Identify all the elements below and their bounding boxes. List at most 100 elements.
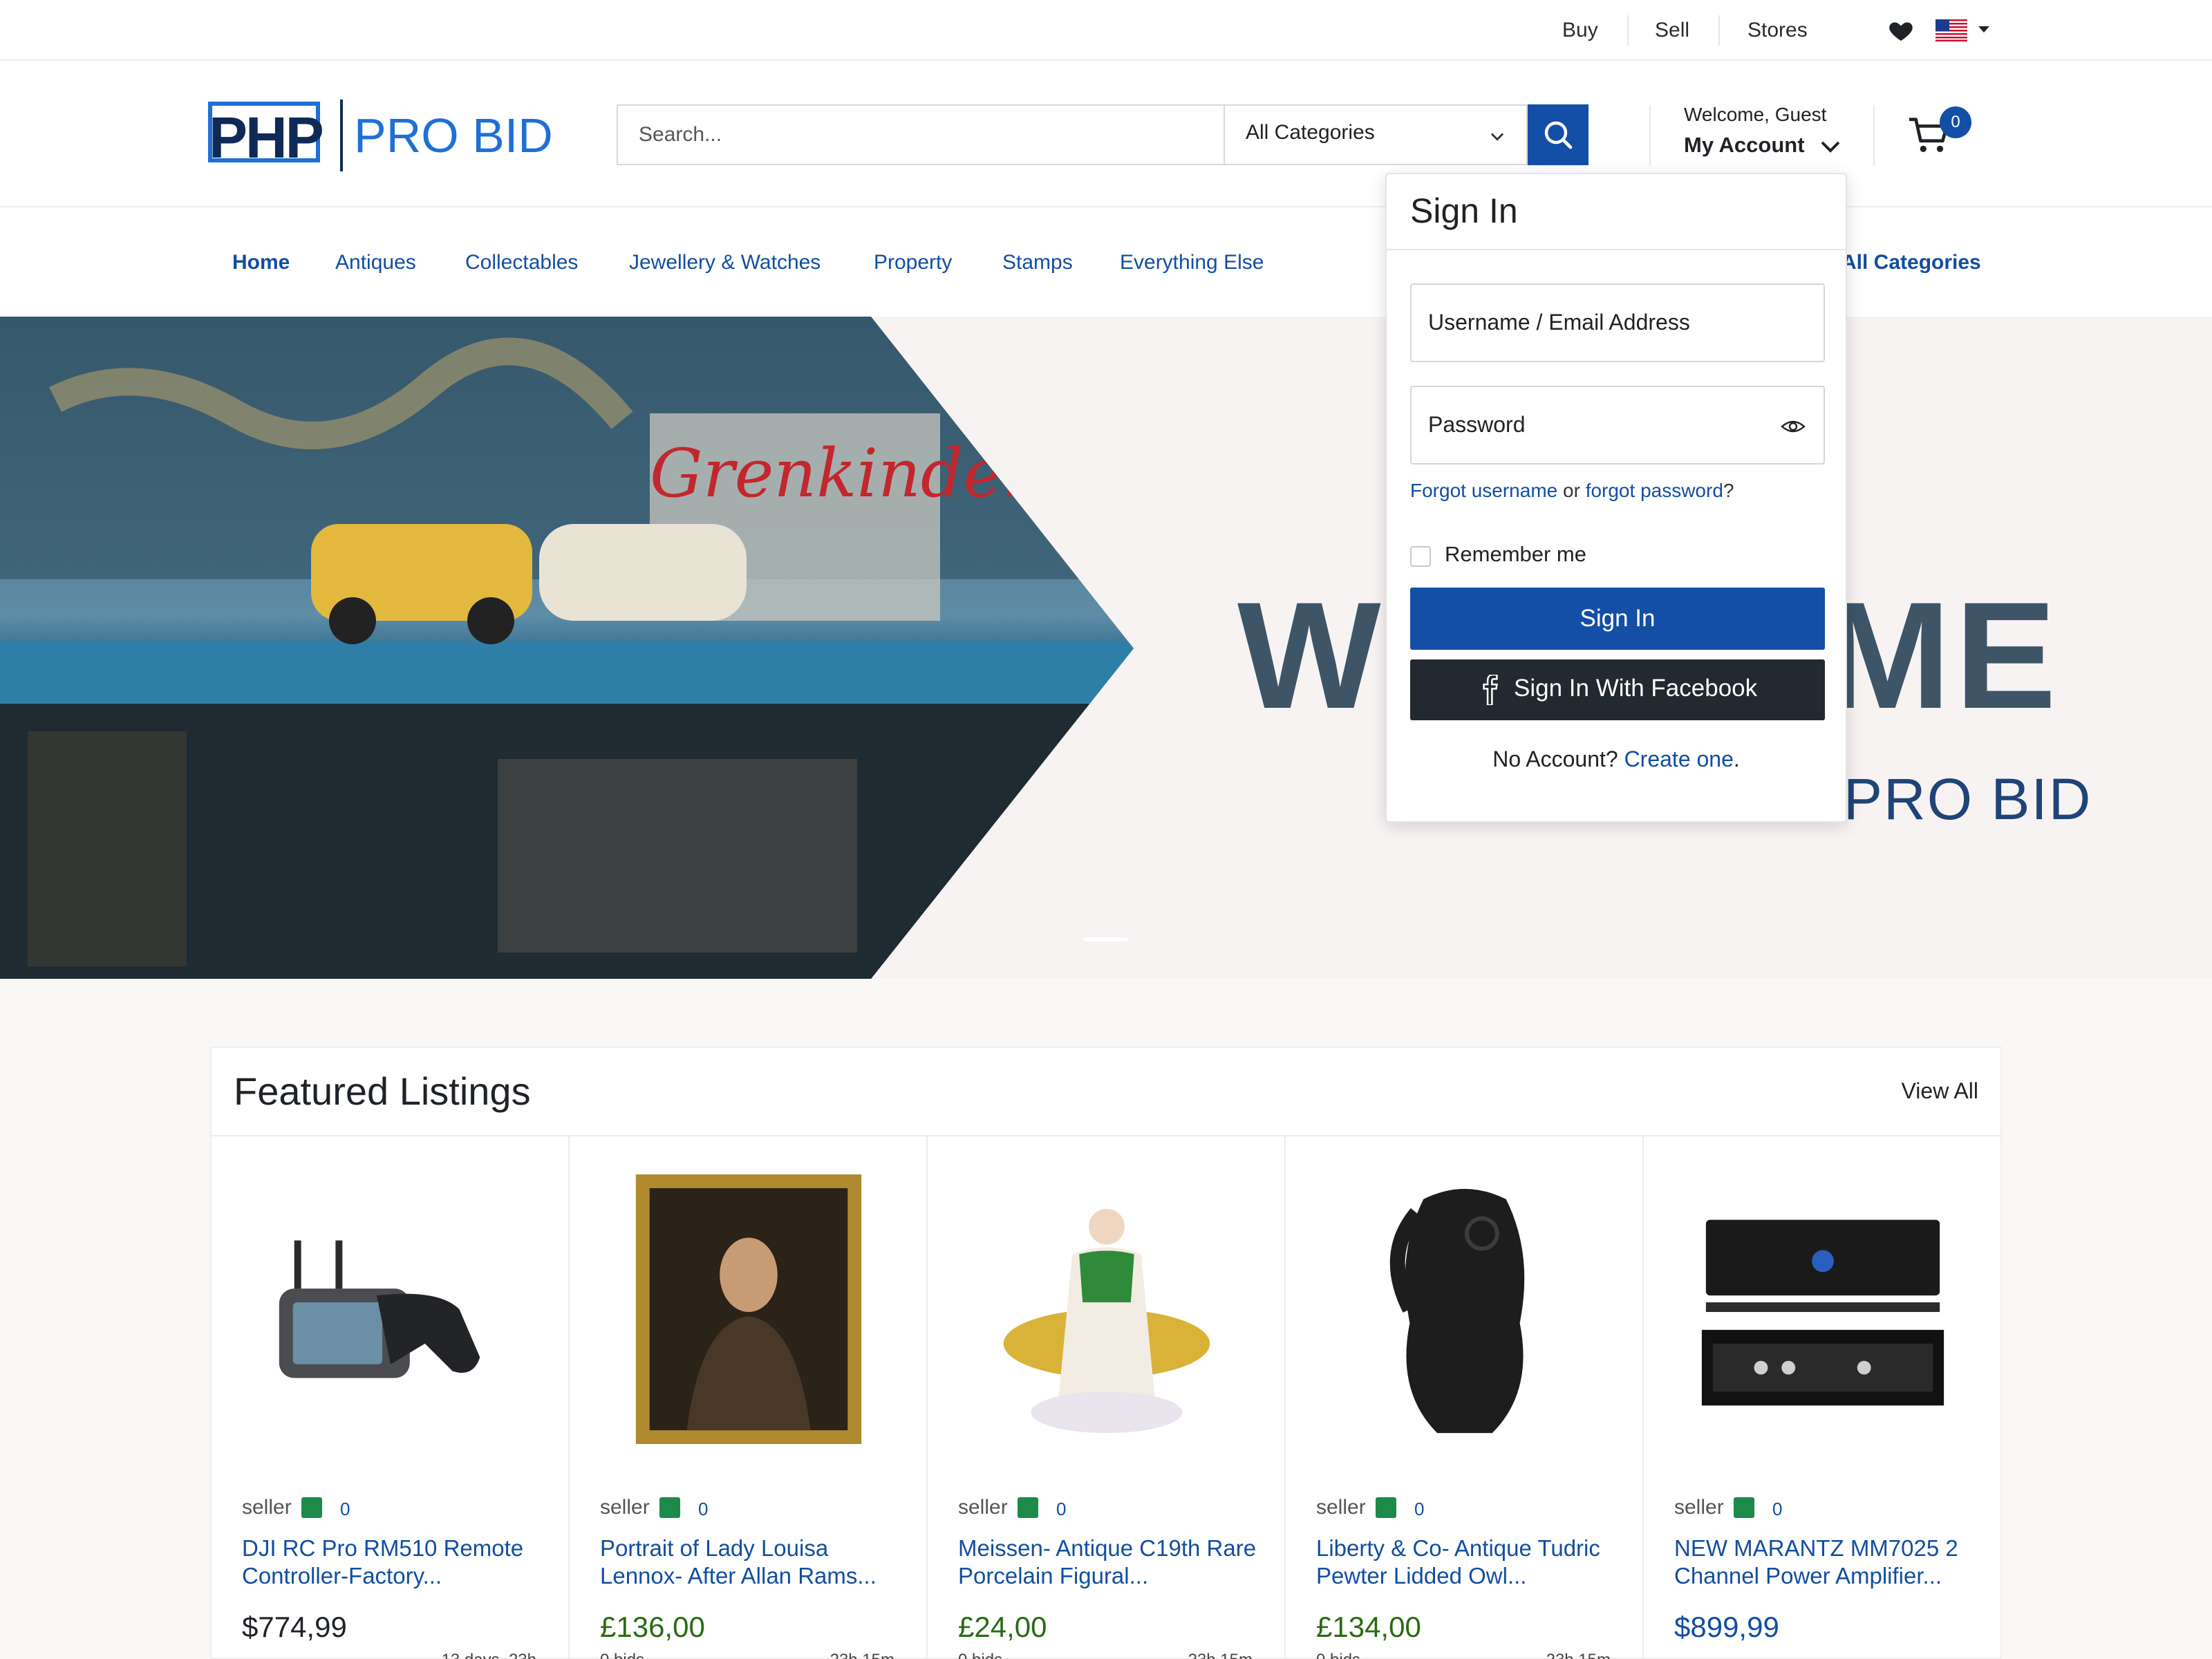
- no-account-period: .: [1733, 747, 1740, 771]
- seller-label[interactable]: seller: [1316, 1496, 1366, 1519]
- nav-item-home[interactable]: Home: [232, 247, 290, 278]
- seller-label[interactable]: seller: [1674, 1496, 1724, 1519]
- search-input[interactable]: [617, 104, 1224, 165]
- facebook-icon: [1483, 675, 1498, 705]
- listing-title[interactable]: NEW MARANTZ MM7025 2 Channel Power Ampli…: [1674, 1535, 1978, 1590]
- forgot-credentials: Forgot username or forgot password?: [1410, 480, 1734, 502]
- divider: [1387, 249, 1846, 250]
- forgot-username-link[interactable]: Forgot username: [1410, 480, 1557, 501]
- forgot-or-text: or: [1557, 480, 1586, 501]
- cart-count-badge: 0: [1940, 106, 1971, 138]
- carousel-indicator[interactable]: [1084, 937, 1128, 941]
- seller-label[interactable]: seller: [958, 1496, 1008, 1519]
- drone-controller-image: [279, 1240, 480, 1378]
- sign-in-title: Sign In: [1410, 191, 1518, 230]
- listing-title[interactable]: Liberty & Co- Antique Tudric Pewter Lidd…: [1316, 1535, 1620, 1590]
- forgot-question-mark: ?: [1723, 480, 1734, 501]
- listing-price: £24,00: [958, 1611, 1047, 1643]
- us-flag-icon[interactable]: [1936, 19, 1967, 41]
- listing-price: $899,99: [1674, 1611, 1779, 1643]
- nav-item-antiques[interactable]: Antiques: [335, 247, 416, 278]
- sell-link[interactable]: Sell: [1655, 15, 1689, 46]
- nav-item-stamps[interactable]: Stamps: [1002, 247, 1073, 278]
- listing-card[interactable]: seller 0 Meissen- Antique C19th Rare Por…: [928, 1136, 1286, 1659]
- feedback-score: 0: [1056, 1499, 1067, 1519]
- nav-item-everything-else[interactable]: Everything Else: [1120, 247, 1264, 278]
- password-placeholder: Password: [1428, 412, 1526, 437]
- nav-item-jewellery-watches[interactable]: Jewellery & Watches: [629, 247, 821, 278]
- listing-title[interactable]: Portrait of Lady Louisa Lennox- After Al…: [600, 1535, 904, 1590]
- no-account-text: No Account? Create one.: [1387, 747, 1846, 772]
- listing-title[interactable]: DJI RC Pro RM510 Remote Controller-Facto…: [242, 1535, 546, 1590]
- portrait-painting-image: [635, 1174, 862, 1445]
- listing-card[interactable]: seller 0 Liberty & Co- Antique Tudric Pe…: [1286, 1136, 1644, 1659]
- search-icon: [1544, 121, 1573, 149]
- feedback-score: 0: [698, 1499, 709, 1519]
- category-selected-label: All Categories: [1246, 121, 1375, 144]
- nav-all-categories[interactable]: All Categories: [1841, 247, 1981, 278]
- divider: [1649, 105, 1651, 166]
- nav-item-collectables[interactable]: Collectables: [465, 247, 578, 278]
- listing-price: $774,99: [242, 1611, 347, 1643]
- bid-count: 0 bids: [600, 1651, 644, 1659]
- listing-card[interactable]: seller 0 Portrait of Lady Louisa Lennox-…: [570, 1136, 928, 1659]
- logo-mark: PHP: [209, 105, 323, 170]
- view-all-link[interactable]: View All: [1902, 1078, 1978, 1104]
- feedback-score: 0: [1414, 1499, 1425, 1519]
- php-pro-bid-logo[interactable]: PHP PRO BID: [207, 97, 567, 174]
- bid-count: 0 bids: [1316, 1651, 1360, 1659]
- verified-check-icon: [1018, 1497, 1038, 1518]
- sign-in-button[interactable]: Sign In: [1410, 588, 1825, 650]
- featured-title: Featured Listings: [234, 1069, 531, 1113]
- featured-listings-panel: Featured Listings View All seller 0 DJI …: [210, 1047, 2002, 1659]
- time-left: 13 days, 23h: [442, 1651, 536, 1659]
- power-amplifier-image: [1701, 1219, 1944, 1406]
- username-placeholder: Username / Email Address: [1428, 310, 1690, 335]
- eye-icon[interactable]: [1781, 416, 1806, 437]
- divider: [1873, 105, 1875, 166]
- buy-link[interactable]: Buy: [1562, 15, 1598, 46]
- category-nav: Home Antiques Collectables Jewellery & W…: [0, 207, 2212, 317]
- listing-card[interactable]: seller 0 DJI RC Pro RM510 Remote Control…: [212, 1136, 570, 1659]
- create-account-link[interactable]: Create one: [1624, 747, 1734, 771]
- facebook-sign-in-button[interactable]: Sign In With Facebook: [1410, 659, 1825, 720]
- verified-check-icon: [301, 1497, 322, 1518]
- seller-label[interactable]: seller: [242, 1496, 292, 1519]
- forgot-password-link[interactable]: forgot password: [1586, 480, 1723, 501]
- listing-price: £136,00: [600, 1611, 705, 1643]
- my-account-toggle[interactable]: My Account: [1684, 133, 1805, 158]
- divider: [1718, 15, 1720, 46]
- seller-label[interactable]: seller: [600, 1496, 650, 1519]
- chevron-down-icon: [1490, 133, 1504, 141]
- time-left: 23h 15m: [830, 1651, 894, 1659]
- verified-check-icon: [659, 1497, 680, 1518]
- nav-item-property[interactable]: Property: [874, 247, 952, 278]
- remember-me-label[interactable]: Remember me: [1445, 542, 1586, 567]
- password-field[interactable]: Password: [1410, 386, 1825, 465]
- time-left: 23h 15m: [1546, 1651, 1611, 1659]
- hero-banner: Grenkinder WELCOME TO PHP PRO BID: [0, 317, 2212, 979]
- listing-price: £134,00: [1316, 1611, 1421, 1643]
- hero-shop-window-image: Grenkinder: [0, 317, 1134, 979]
- listing-card[interactable]: seller 0 NEW MARANTZ MM7025 2 Channel Po…: [1644, 1136, 2002, 1659]
- time-left: 23h 15m: [1188, 1651, 1253, 1659]
- category-select[interactable]: All Categories: [1224, 104, 1528, 165]
- site-header: PHP PRO BID All Categories Welcome, Gues…: [0, 61, 2212, 207]
- no-account-label: No Account?: [1492, 747, 1624, 771]
- listing-title[interactable]: Meissen- Antique C19th Rare Porcelain Fi…: [958, 1535, 1262, 1590]
- chevron-down-icon[interactable]: [1819, 138, 1841, 156]
- facebook-button-label: Sign In With Facebook: [1514, 675, 1758, 702]
- stores-link[interactable]: Stores: [1747, 15, 1808, 46]
- svg-text:Grenkinder: Grenkinder: [650, 435, 1038, 512]
- search-button[interactable]: [1528, 104, 1588, 165]
- remember-me-checkbox[interactable]: [1410, 546, 1431, 567]
- pewter-owl-jug-image: [1389, 1188, 1525, 1434]
- bid-count: 0 bids: [958, 1651, 1002, 1659]
- caret-down-icon[interactable]: [1977, 25, 1991, 35]
- welcome-text: Welcome, Guest: [1684, 104, 1827, 125]
- porcelain-figure-image: [1003, 1208, 1210, 1434]
- heart-icon[interactable]: [1887, 17, 1915, 44]
- username-field[interactable]: Username / Email Address: [1410, 283, 1825, 362]
- sign-in-dropdown: Sign In Username / Email Address Passwor…: [1385, 173, 1847, 823]
- verified-check-icon: [1734, 1497, 1754, 1518]
